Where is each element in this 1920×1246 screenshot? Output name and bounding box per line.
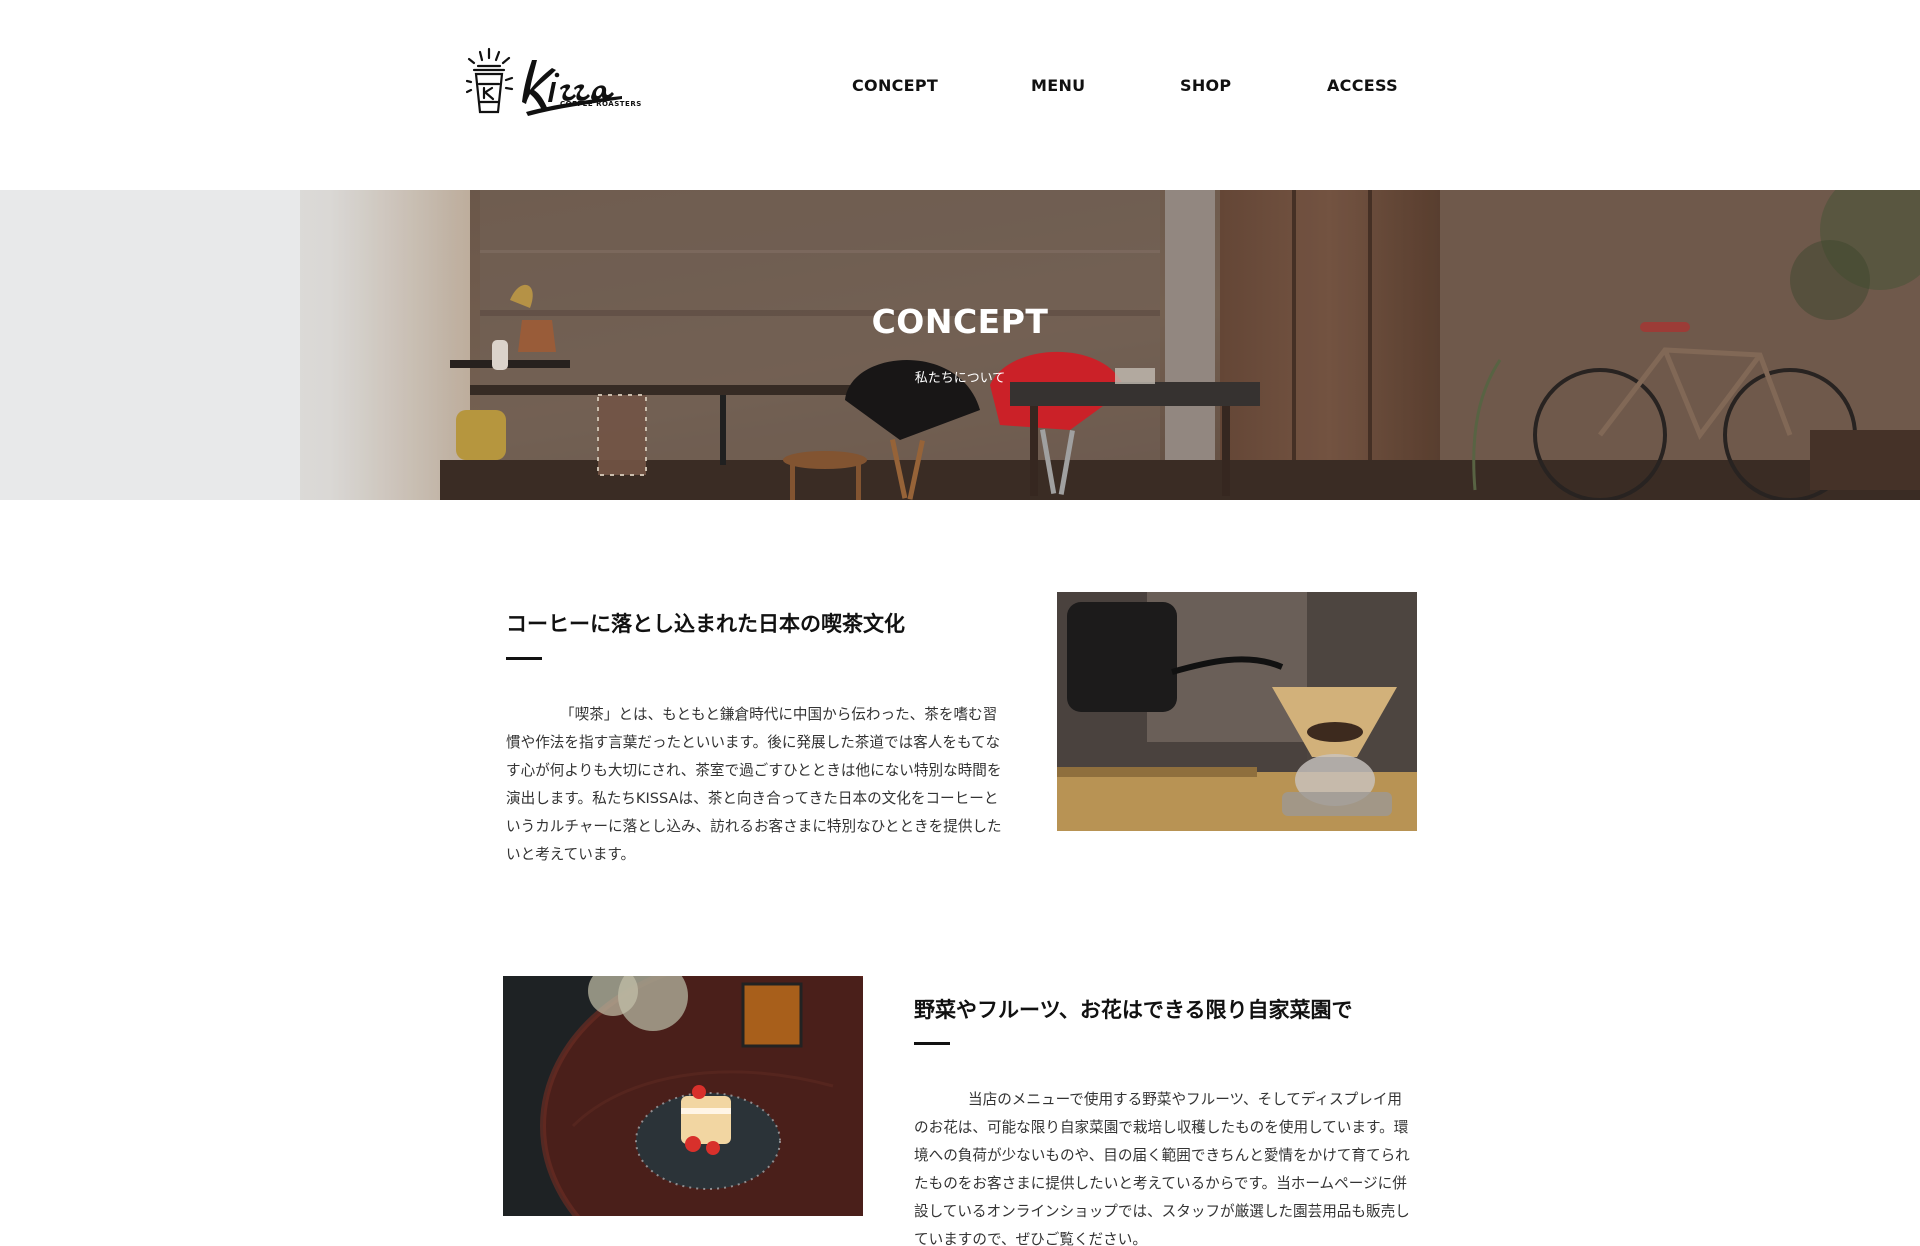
brand-logo[interactable]: COFFEE ROASTERS (466, 46, 641, 124)
cafe-interior-image (0, 190, 1920, 500)
nav-item-concept[interactable]: CONCEPT (852, 76, 938, 95)
section-1-divider (506, 657, 542, 660)
nav-item-menu[interactable]: MENU (1031, 76, 1085, 95)
hero-banner: CONCEPT 私たちについて (0, 190, 1920, 500)
section-1-body: 「喫茶」とは、もともと鎌倉時代に中国から伝わった、茶を嗜む習慣や作法を指す言葉だ… (506, 706, 1002, 863)
hero-title: CONCEPT (871, 302, 1049, 341)
nav-item-shop[interactable]: SHOP (1180, 76, 1231, 95)
site-header: COFFEE ROASTERS CONCEPT MENU SHOP ACCESS (0, 0, 1920, 190)
strawberry-cake-photo (503, 976, 863, 1216)
section-2-body: 当店のメニューで使用する野菜やフルーツ、そしてディスプレイ用のお花は、可能な限り… (914, 1091, 1410, 1246)
nav-item-access[interactable]: ACCESS (1327, 76, 1398, 95)
section-1-title: コーヒーに落とし込まれた日本の喫茶文化 (506, 612, 905, 636)
brand-tagline: COFFEE ROASTERS (560, 100, 642, 108)
pour-over-coffee-photo (1057, 592, 1417, 831)
section-2-divider (914, 1042, 950, 1045)
kissa-logo-icon (466, 47, 622, 116)
hero-subtitle: 私たちについて (914, 371, 1006, 386)
section-2-title: 野菜やフルーツ、お花はできる限り自家菜園で (914, 998, 1353, 1022)
